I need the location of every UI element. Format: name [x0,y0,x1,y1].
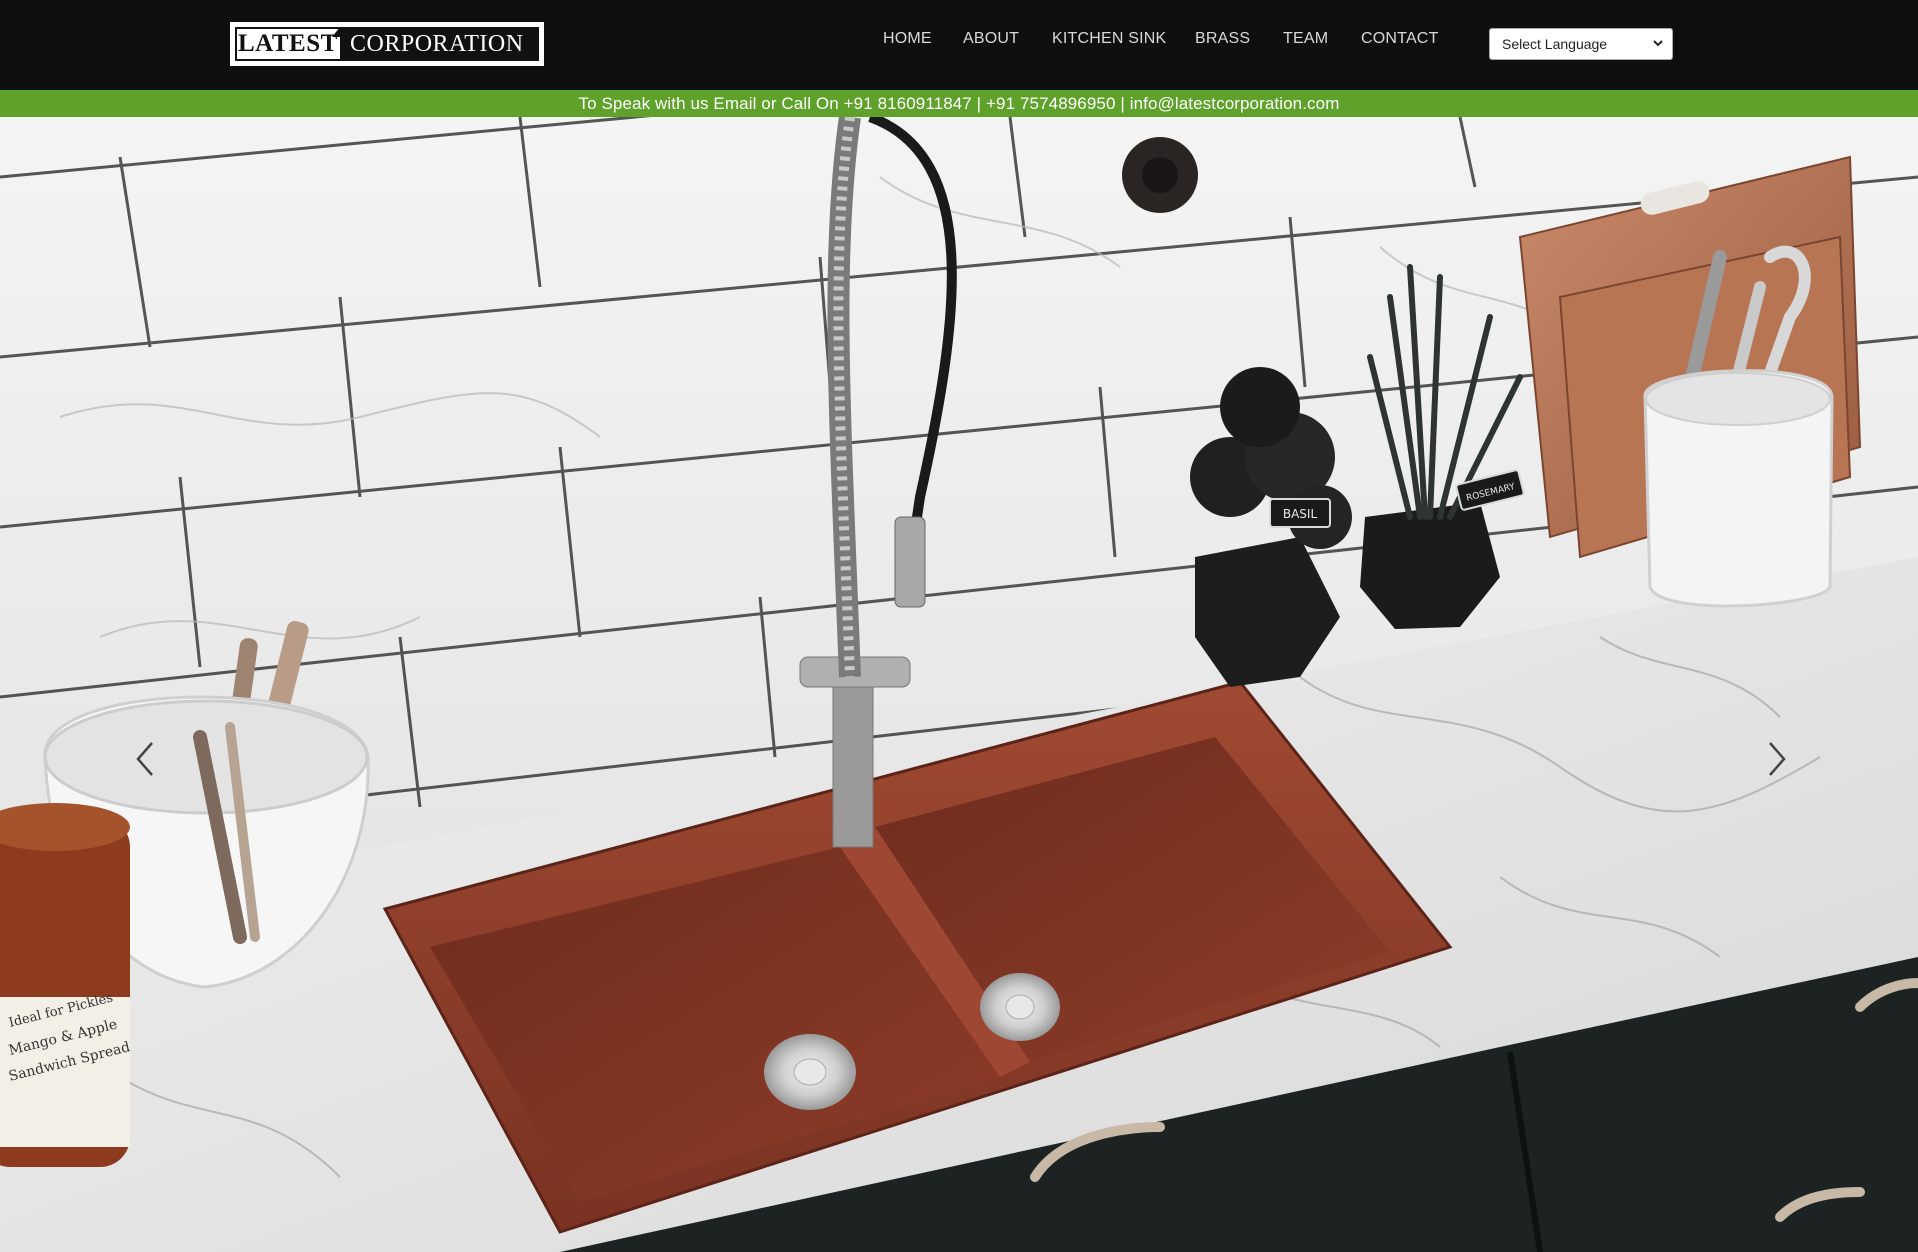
nav-contact[interactable]: CONTACT [1361,30,1439,48]
contact-strip-text: To Speak with us Email or Call On +91 81… [578,94,1340,113]
hero-slider: Ideal for Pickles Mango & Apple Sandwich… [0,117,1918,1252]
nav-home[interactable]: HOME [883,30,932,48]
chevron-left-icon[interactable] [130,737,160,781]
basil-tag: BASIL [1283,507,1318,521]
nav-brass[interactable]: BRASS [1195,30,1250,48]
pickle-jar: Ideal for Pickles Mango & Apple Sandwich… [0,803,132,1167]
chevron-right-icon[interactable] [1762,737,1792,781]
language-select[interactable]: Select Language [1489,28,1673,60]
chevron-down-icon [1653,40,1663,47]
hero-image: Ideal for Pickles Mango & Apple Sandwich… [0,117,1918,1252]
site-header: LATEST CORPORATION HOME ABOUT KITCHEN SI… [0,0,1918,90]
company-logo[interactable]: LATEST CORPORATION [230,22,544,66]
logo-text-latest: LATEST [238,30,338,57]
nav-team[interactable]: TEAM [1283,30,1328,48]
logo-text-corporation: CORPORATION [332,27,539,61]
nav-about[interactable]: ABOUT [963,30,1019,48]
nav-kitchen-sink[interactable]: KITCHEN SINK [1052,30,1166,48]
contact-strip: To Speak with us Email or Call On +91 81… [0,90,1918,117]
language-select-value: Select Language [1502,36,1608,52]
